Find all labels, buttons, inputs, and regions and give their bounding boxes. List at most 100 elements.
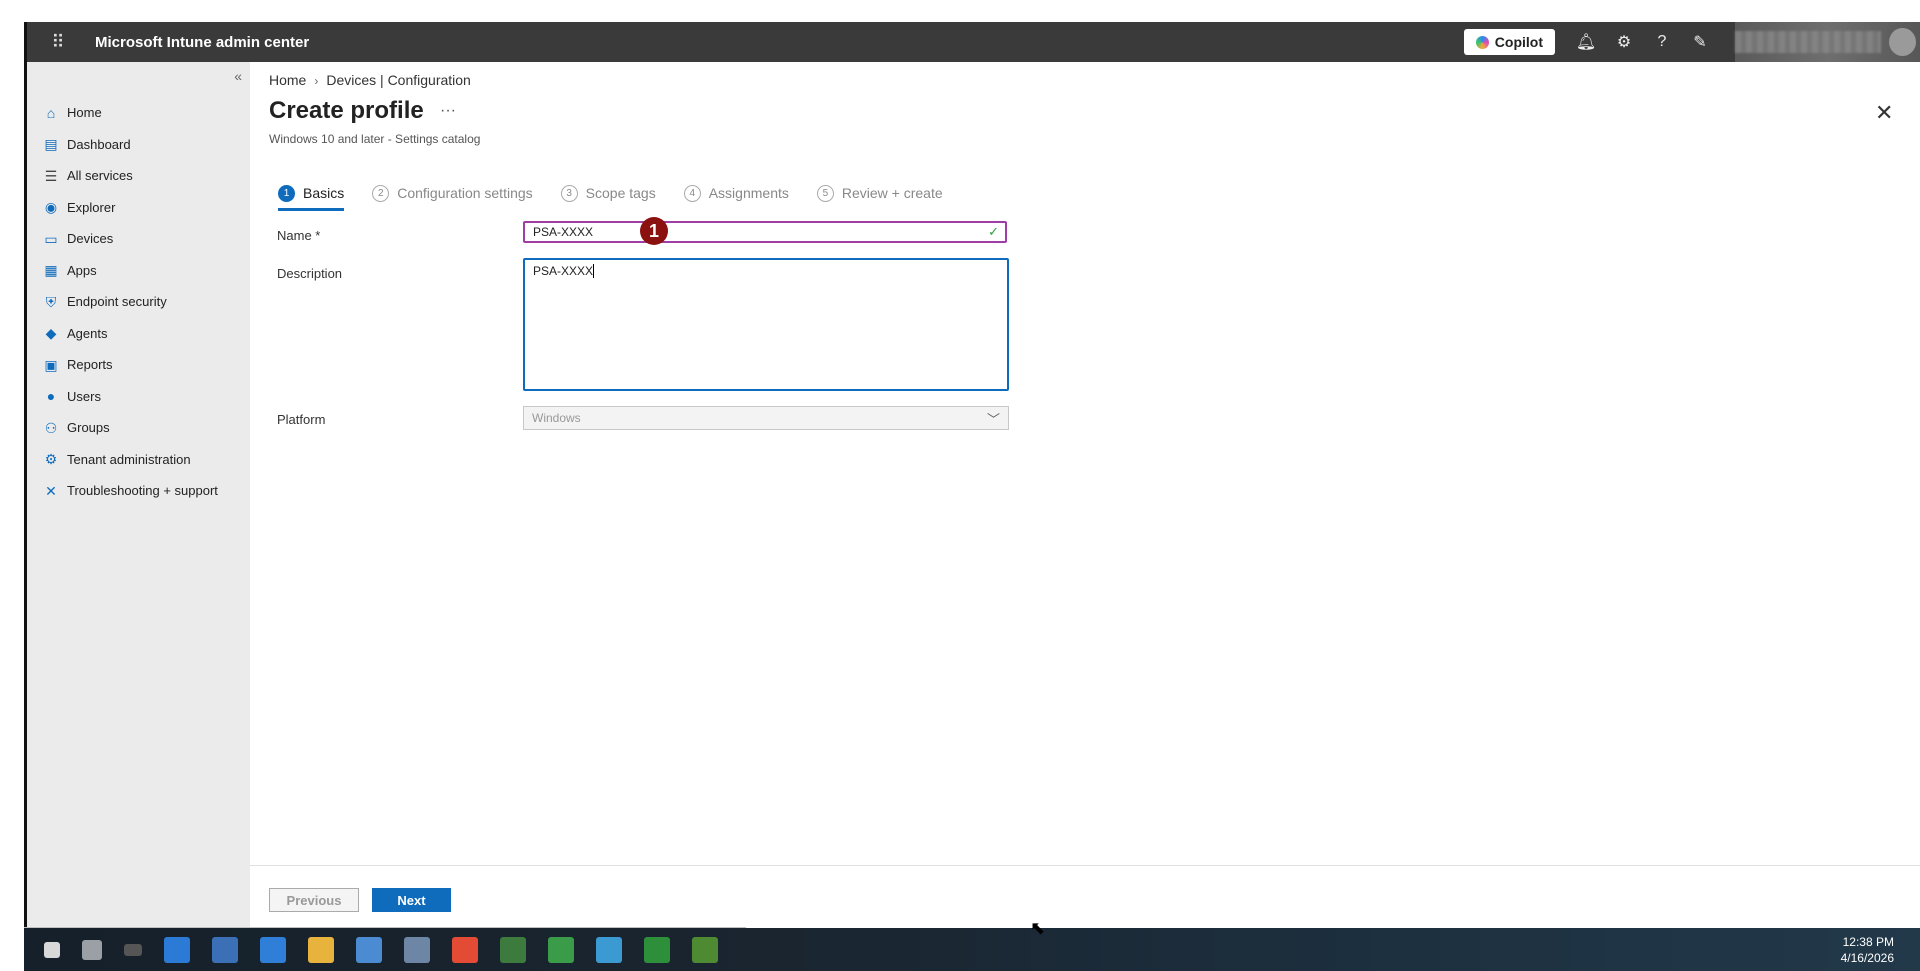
gear-icon[interactable]: ⚙: [1605, 32, 1643, 52]
next-button[interactable]: Next: [372, 888, 451, 912]
account-menu[interactable]: [1735, 22, 1920, 62]
sidebar-item-label: Dashboard: [67, 136, 131, 152]
sidebar-item-tenant-administration[interactable]: ⚙ Tenant administration: [27, 444, 250, 476]
chrome-app-icon[interactable]: [452, 936, 478, 963]
step-number: 5: [816, 184, 834, 202]
green-app-icon[interactable]: [644, 936, 670, 963]
step-number: 3: [560, 184, 578, 202]
terminal-app-icon[interactable]: [500, 936, 526, 963]
text-cursor: [593, 264, 595, 278]
tab-configuration-settings[interactable]: 2 Configuration settings: [372, 179, 533, 207]
system-clock[interactable]: 12:38 PM 4/16/2026: [1841, 934, 1894, 966]
sidebar-item-label: Explorer: [67, 199, 116, 215]
mouse-cursor-icon: ⬉: [1030, 918, 1046, 938]
sidebar-item-home[interactable]: ⌂ Home: [27, 97, 250, 129]
sidebar-item-label: Troubleshooting + support: [67, 483, 218, 499]
start-icon[interactable]: [44, 941, 60, 958]
spreadsheet-app-icon[interactable]: [548, 936, 574, 963]
sidebar-item-label: Agents: [67, 325, 108, 341]
avatar[interactable]: [1888, 28, 1916, 56]
tool-app-icon[interactable]: [404, 936, 430, 963]
sidebar-item-label: Groups: [67, 420, 110, 436]
wrench-icon: ✕: [45, 482, 57, 499]
breadcrumb-current[interactable]: Devices | Configuration: [326, 72, 470, 88]
name-label: Name *: [277, 228, 321, 243]
sidebar-item-users[interactable]: ● Users: [27, 381, 250, 413]
sidebar-item-endpoint-security[interactable]: ⛨ Endpoint security: [27, 286, 250, 318]
name-input-value: PSA-XXXX: [533, 225, 594, 239]
help-icon[interactable]: ?: [1643, 33, 1681, 51]
sidebar-item-label: All services: [67, 168, 133, 184]
step-number: 4: [683, 184, 701, 202]
breadcrumb-home[interactable]: Home: [269, 72, 306, 88]
sidebar-item-dashboard[interactable]: ▤ Dashboard: [27, 129, 250, 161]
step-label: Assignments: [708, 185, 789, 201]
description-label: Description: [277, 266, 343, 281]
main-content: Home › Devices | Configuration Create prof…: [250, 62, 1920, 928]
name-input[interactable]: PSA-XXXX ✓: [523, 221, 1007, 243]
checkmark-icon: ✓: [988, 224, 999, 239]
explorer-icon: ◉: [44, 199, 58, 216]
agents-icon: ◆: [45, 325, 57, 342]
edge-app-icon[interactable]: [164, 936, 190, 963]
tab-assignments[interactable]: 4 Assignments: [683, 179, 789, 207]
sidebar-item-label: Reports: [67, 357, 113, 373]
groups-icon: ⚇: [44, 419, 58, 436]
shield-icon: ⛨: [45, 293, 57, 310]
step-number: 2: [372, 184, 390, 202]
reports-icon: ▣: [44, 356, 58, 373]
tab-basics[interactable]: 1 Basics: [278, 179, 345, 211]
wizard-steps: 1 Basics 2 Configuration settings 3 Scope tag…: [278, 179, 971, 211]
copilot-button[interactable]: Copilot: [1463, 29, 1555, 55]
sidebar-item-groups[interactable]: ⚇ Groups: [27, 412, 250, 444]
platform-label: Platform: [277, 412, 326, 427]
sidebar-item-label: Devices: [67, 231, 114, 247]
tenant-icon: ⚙: [44, 451, 58, 468]
step-label: Basics: [303, 185, 345, 201]
sidebar: « ⌂ Home ▤ Dashboard ☰ All services ◉ Explorer ▭…: [27, 62, 250, 928]
task-view-icon[interactable]: [124, 943, 142, 956]
platform-dropdown[interactable]: Windows ﹀: [523, 406, 1009, 430]
app-title[interactable]: Microsoft Intune admin center: [95, 34, 309, 51]
top-bar: ⠿ Microsoft Intune admin center Copilot …: [27, 22, 1920, 62]
outlook-app-icon[interactable]: [260, 936, 286, 963]
network-app-icon[interactable]: [596, 936, 622, 963]
bell-icon[interactable]: 🔔︎: [1567, 32, 1605, 52]
app-launcher-icon[interactable]: ⠿: [43, 32, 73, 53]
account-name-blurred: [1735, 31, 1881, 53]
users-app-icon[interactable]: [212, 936, 238, 963]
close-icon[interactable]: ✕: [1875, 100, 1893, 126]
sidebar-item-label: Home: [67, 105, 102, 121]
sidebar-item-label: Users: [67, 388, 101, 404]
home-icon: ⌂: [46, 104, 56, 121]
user-icon: ●: [46, 388, 56, 405]
sidebar-item-all-services[interactable]: ☰ All services: [27, 160, 250, 192]
feedback-icon[interactable]: ✎: [1681, 32, 1719, 52]
more-options-icon[interactable]: ···: [440, 102, 456, 120]
sidebar-item-troubleshooting-support[interactable]: ✕ Troubleshooting + support: [27, 475, 250, 507]
chevron-right-icon: ›: [314, 74, 319, 88]
previous-button[interactable]: Previous: [269, 888, 359, 912]
apps-icon: ▦: [44, 262, 58, 279]
search-icon[interactable]: [82, 939, 102, 960]
copilot-icon: [1475, 35, 1489, 49]
sidebar-item-agents[interactable]: ◆ Agents: [27, 318, 250, 350]
sidebar-item-label: Apps: [67, 262, 97, 278]
sidebar-item-reports[interactable]: ▣ Reports: [27, 349, 250, 381]
collapse-sidebar-icon[interactable]: «: [234, 68, 242, 84]
description-value: PSA-XXXX: [533, 264, 594, 278]
footer-divider: [250, 865, 1920, 866]
sidebar-item-devices[interactable]: ▭ Devices: [27, 223, 250, 255]
sidebar-item-apps[interactable]: ▦ Apps: [27, 255, 250, 287]
platform-value: Windows: [532, 411, 581, 425]
description-textarea[interactable]: PSA-XXXX: [523, 258, 1009, 391]
step-annotation-badge: 1: [640, 217, 668, 245]
console-app-icon[interactable]: [692, 936, 718, 963]
sidebar-item-explorer[interactable]: ◉ Explorer: [27, 192, 250, 224]
tab-review-create[interactable]: 5 Review + create: [816, 179, 943, 207]
notes-app-icon[interactable]: [356, 936, 382, 963]
list-icon: ☰: [44, 167, 58, 184]
copilot-label: Copilot: [1494, 34, 1543, 50]
file-explorer-icon[interactable]: [308, 936, 334, 963]
tab-scope-tags[interactable]: 3 Scope tags: [560, 179, 656, 207]
